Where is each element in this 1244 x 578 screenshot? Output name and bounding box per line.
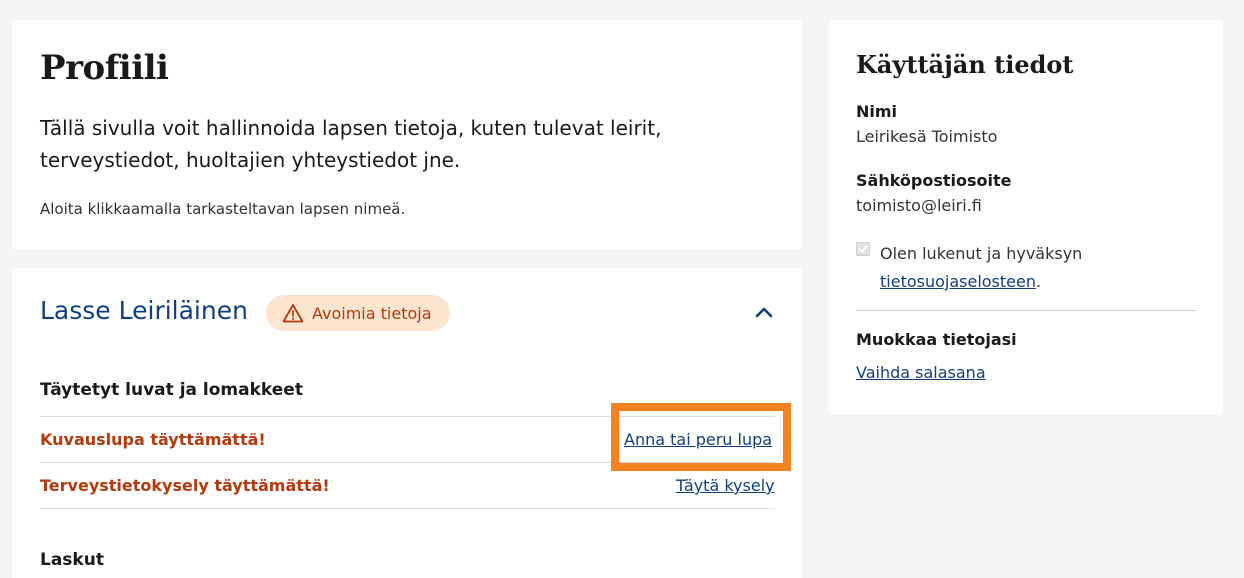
- checkmark-icon: [858, 245, 868, 253]
- page-title: Profiili: [40, 48, 169, 88]
- user-info-card: Käyttäjän tiedot Nimi Leirikesä Toimisto…: [829, 20, 1223, 414]
- child-name[interactable]: Lasse Leiriläinen: [40, 296, 248, 325]
- consent-label: Olen lukenut ja hyväksyn: [880, 244, 1083, 263]
- user-info-title: Käyttäjän tiedot: [856, 50, 1074, 79]
- form-status-health: Terveystietokysely täyttämättä!: [40, 476, 330, 495]
- name-label: Nimi: [856, 102, 898, 121]
- child-card: Lasse Leiriläinen Avoimia tietoja Täytet…: [12, 268, 802, 578]
- fill-survey-link[interactable]: Täytä kysely: [676, 476, 775, 495]
- form-status-photo: Kuvauslupa täyttämättä!: [40, 430, 266, 449]
- consent-checkbox[interactable]: [856, 242, 870, 256]
- privacy-policy-link[interactable]: tietosuojaselosteen: [880, 272, 1036, 291]
- intro-description: Tällä sivulla voit hallinnoida lapsen ti…: [40, 116, 662, 172]
- forms-heading: Täytetyt luvat ja lomakkeet: [40, 380, 303, 400]
- consent-suffix: .: [1036, 272, 1042, 291]
- edit-info-heading: Muokkaa tietojasi: [856, 330, 1017, 349]
- change-password-link[interactable]: Vaihda salasana: [856, 363, 986, 382]
- highlight-box: [611, 403, 791, 471]
- consent-text: Olen lukenut ja hyväksyn tietosuojaselos…: [880, 240, 1082, 296]
- intro-hint: Aloita klikkaamalla tarkasteltavan lapse…: [40, 200, 406, 218]
- divider: [856, 310, 1196, 311]
- email-value: toimisto@leiri.fi: [856, 196, 982, 215]
- collapse-toggle-button[interactable]: [752, 300, 776, 324]
- invoices-heading: Laskut: [40, 550, 104, 570]
- chevron-up-icon: [755, 307, 773, 318]
- status-badge-label: Avoimia tietoja: [312, 303, 432, 323]
- divider: [40, 508, 775, 509]
- intro-card: Profiili Tällä sivulla voit hallinnoida …: [12, 20, 802, 249]
- status-badge: Avoimia tietoja: [266, 295, 450, 331]
- name-value: Leirikesä Toimisto: [856, 127, 998, 146]
- email-label: Sähköpostiosoite: [856, 171, 1012, 190]
- warning-triangle-icon: [282, 304, 304, 323]
